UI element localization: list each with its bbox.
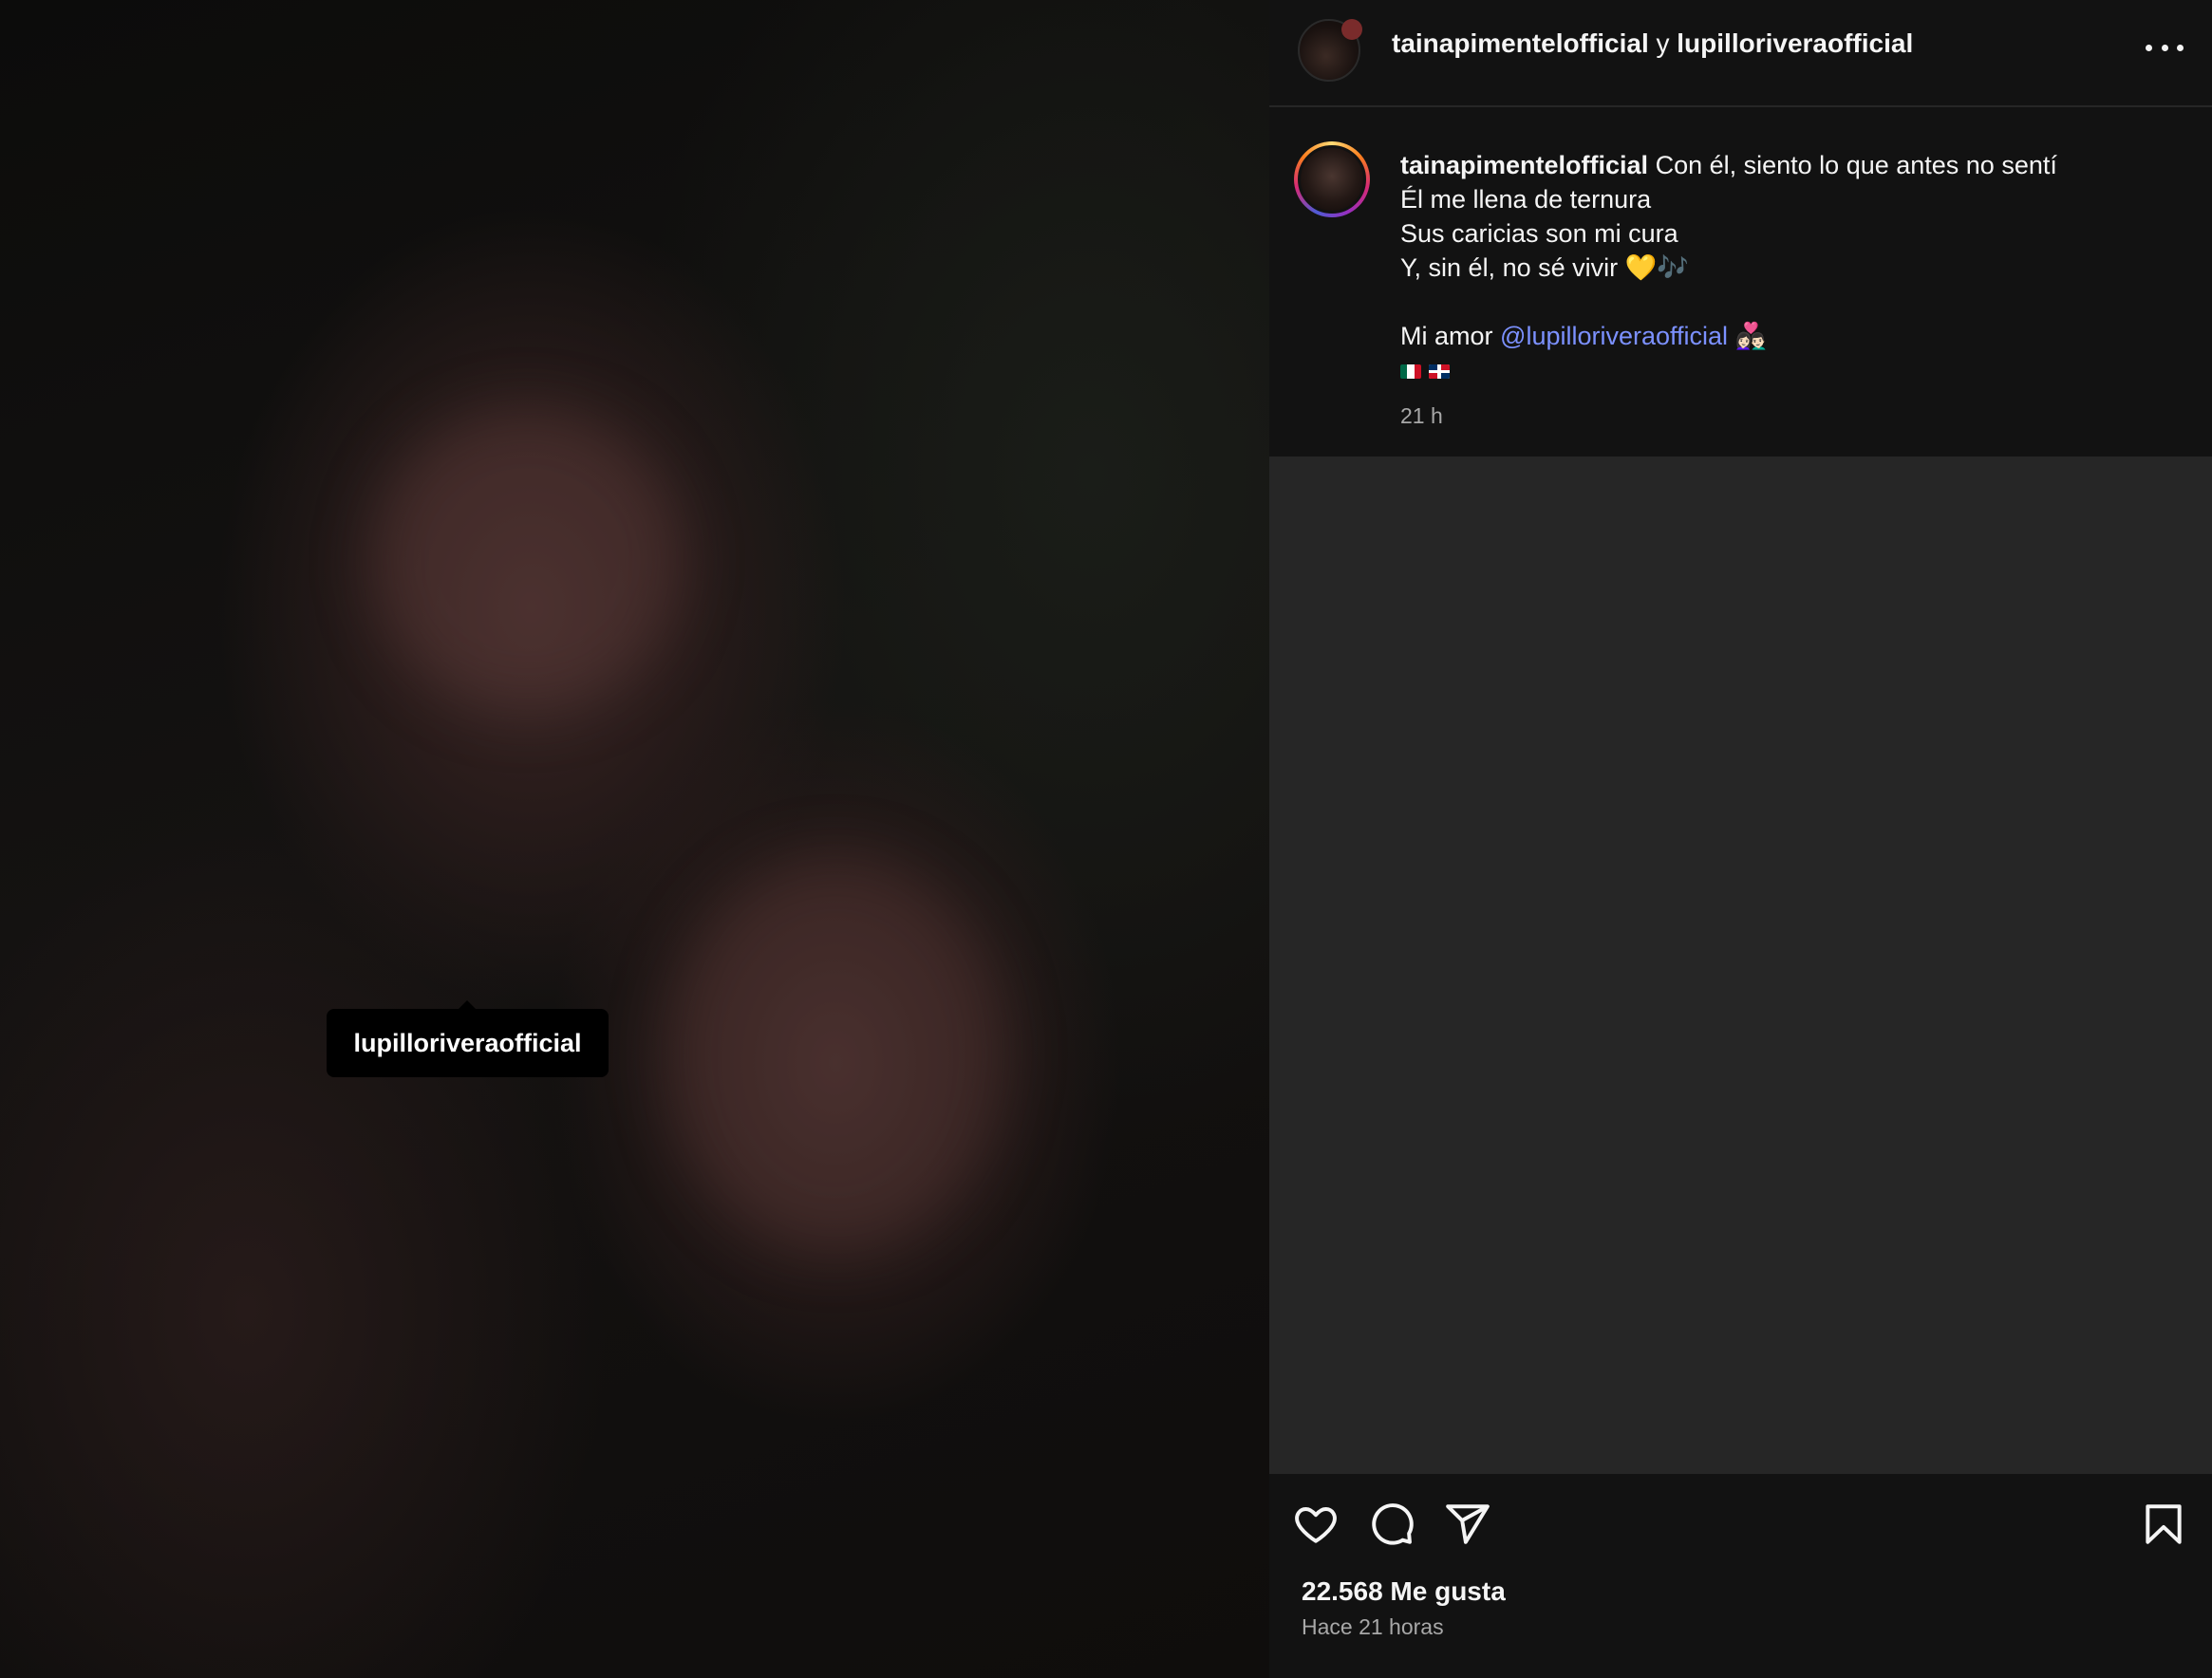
heart-icon[interactable] — [1292, 1501, 1340, 1548]
mention-link[interactable]: @lupilloriveraofficial — [1500, 322, 1728, 350]
user-tag-label: lupilloriveraofficial — [353, 1028, 582, 1057]
mexico-flag — [1400, 364, 1421, 379]
bookmark-icon[interactable] — [2140, 1501, 2187, 1548]
instagram-post: lupilloriveraofficial tainapimenteloffic… — [0, 0, 2212, 1678]
caption-username[interactable]: tainapimentelofficial — [1400, 151, 1648, 179]
face-highlight — [370, 408, 684, 712]
caption-line: Él me llena de ternura — [1400, 185, 1652, 214]
caption-closing: Mi amor — [1400, 322, 1493, 350]
posted-time[interactable]: Hace 21 horas — [1302, 1614, 1444, 1640]
coauthor-username[interactable]: lupilloriveraofficial — [1677, 28, 1913, 58]
user-tag[interactable]: lupilloriveraofficial — [327, 1000, 609, 1077]
more-horizontal-icon[interactable] — [2146, 28, 2184, 66]
caption-line: Sus caricias son mi cura — [1400, 219, 1678, 248]
caption-line: Con él, siento lo que antes no sentí — [1655, 151, 2057, 179]
post-side-panel: tainapimentelofficial y lupilloriveraoff… — [1269, 0, 2212, 1678]
comment-icon[interactable] — [1368, 1501, 1415, 1548]
caption-text: tainapimentelofficial Con él, siento lo … — [1400, 148, 2188, 387]
post-header: tainapimentelofficial y lupilloriveraoff… — [1269, 0, 2212, 106]
likes-count[interactable]: 22.568 Me gusta — [1302, 1576, 1506, 1607]
caption-line: Y, sin él, no sé vivir 💛🎶 — [1400, 253, 1689, 282]
author-username[interactable]: tainapimentelofficial — [1392, 28, 1649, 58]
post-photo[interactable]: lupilloriveraofficial — [0, 0, 1269, 1678]
post-caption: tainapimentelofficial Con él, siento lo … — [1269, 107, 2212, 457]
couple-emoji: 👩🏻‍❤️‍👨🏻 — [1734, 322, 1768, 350]
caption-timestamp[interactable]: 21 h — [1400, 403, 1443, 429]
share-icon[interactable] — [1444, 1501, 1491, 1548]
authors-joiner: y — [1656, 28, 1670, 58]
author-avatar[interactable] — [1298, 19, 1362, 82]
face-highlight — [665, 854, 1006, 1253]
dominican-republic-flag — [1428, 364, 1450, 379]
post-actions: 22.568 Me gusta Hace 21 horas — [1269, 1474, 2212, 1678]
post-authors: tainapimentelofficial y lupilloriveraoff… — [1392, 28, 1913, 59]
caption-avatar[interactable] — [1294, 141, 1370, 217]
